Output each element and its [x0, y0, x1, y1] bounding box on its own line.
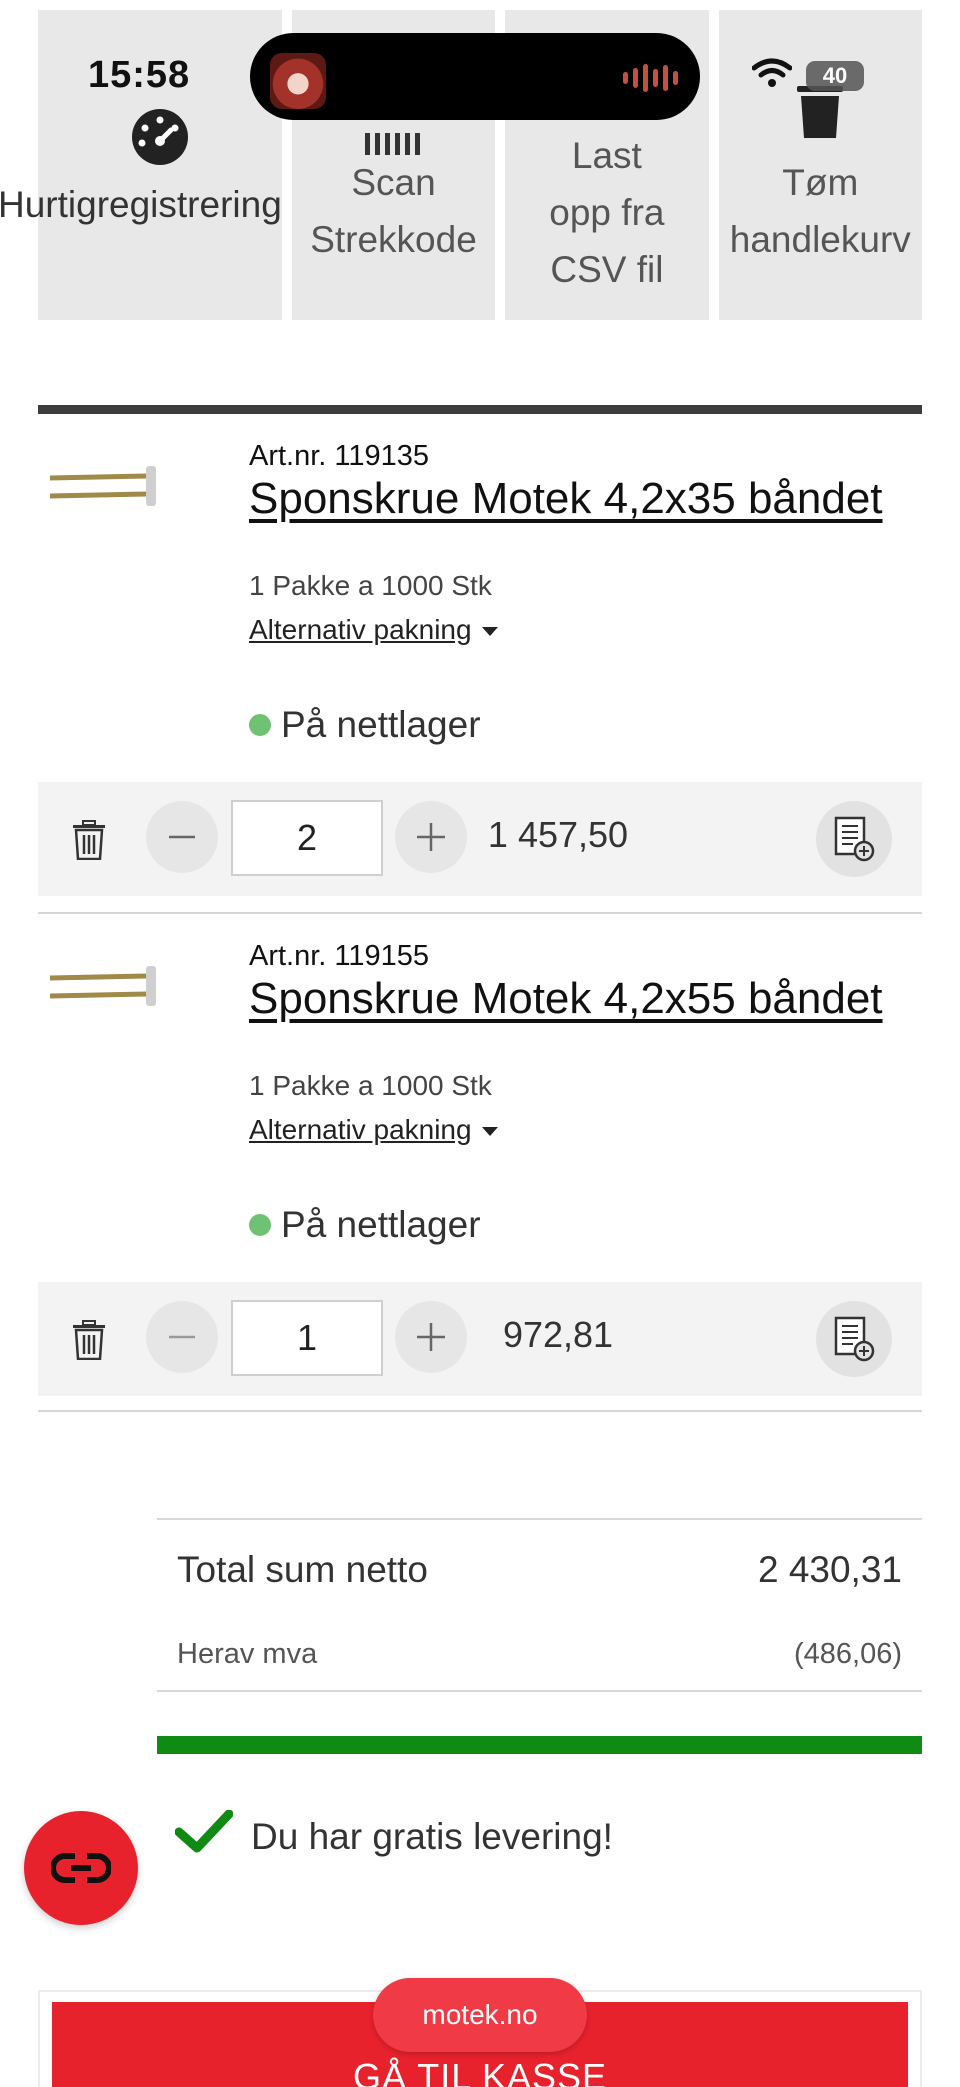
tile-label: Last opp fra CSV fil: [549, 135, 665, 290]
caret-down-icon: [481, 1127, 498, 1137]
article-number: Art.nr. 119155: [249, 940, 430, 972]
totals-divider: [157, 1690, 922, 1692]
minus-icon: [169, 1335, 195, 1339]
speedometer-icon: [131, 108, 189, 182]
package-info: 1 Pakke a 1000 Stk: [249, 1070, 492, 1101]
vat-label: Herav mva: [177, 1638, 318, 1670]
item-divider: [38, 1410, 922, 1412]
audio-wave-icon: [623, 63, 678, 93]
now-playing-thumbnail: [270, 53, 326, 109]
free-delivery-text: Du har gratis levering!: [251, 1815, 613, 1857]
alternative-packaging-label: Alternativ pakning: [249, 1114, 472, 1145]
quantity-input[interactable]: 2: [231, 800, 383, 876]
alternative-packaging-label: Alternativ pakning: [249, 614, 472, 645]
vat-value: (486,06): [793, 1638, 902, 1670]
product-title-link[interactable]: Sponskrue Motek 4,2x55 båndet: [249, 974, 883, 1024]
free-delivery-progress-bar: [157, 1736, 922, 1754]
empty-cart-tile[interactable]: Tøm handlekurv: [718, 10, 922, 320]
package-info: 1 Pakke a 1000 Stk: [249, 570, 492, 601]
tile-label: Scan Strekkode: [310, 162, 477, 260]
in-stock-dot-icon: [249, 714, 271, 736]
stock-label: På nettlager: [281, 1204, 481, 1245]
add-to-list-icon: [834, 816, 875, 862]
chat-button[interactable]: [24, 1811, 138, 1925]
battery-indicator: 40: [806, 60, 864, 91]
total-net-label: Total sum netto: [177, 1549, 428, 1590]
tile-label: Hurtigregistrering: [0, 184, 282, 225]
add-to-list-button[interactable]: [816, 801, 892, 877]
article-number: Art.nr. 119135: [249, 440, 430, 472]
add-to-list-icon: [834, 1316, 875, 1362]
chat-logo-icon: [51, 1853, 111, 1883]
status-time: 15:58: [88, 54, 191, 96]
decrease-quantity-button[interactable]: [146, 1301, 218, 1373]
alternative-packaging-dropdown[interactable]: Alternativ pakning: [249, 614, 498, 646]
totals-divider: [157, 1518, 922, 1520]
screw-product-image: [49, 966, 156, 1006]
minus-icon: [169, 835, 195, 839]
section-divider: [38, 405, 922, 414]
quantity-input[interactable]: 1: [231, 1300, 383, 1376]
tile-label: Tøm handlekurv: [729, 162, 911, 260]
trash-icon: [797, 82, 844, 156]
alternative-packaging-dropdown[interactable]: Alternativ pakning: [249, 1114, 498, 1146]
stock-status: På nettlager: [249, 704, 481, 746]
add-to-list-button[interactable]: [816, 1301, 892, 1377]
stock-status: På nettlager: [249, 1204, 481, 1246]
product-title-link[interactable]: Sponskrue Motek 4,2x35 båndet: [249, 474, 883, 524]
decrease-quantity-button[interactable]: [146, 801, 218, 873]
total-net-value: 2 430,31: [757, 1549, 902, 1590]
cart-item: Art.nr. 119155 Sponskrue Motek 4,2x55 bå…: [38, 914, 922, 1396]
quantity-controls: 2 1 457,50: [38, 782, 922, 896]
item-price: 972,81: [502, 1314, 614, 1355]
quantity-controls: 1 972,81: [38, 1282, 922, 1396]
in-stock-dot-icon: [249, 1214, 271, 1236]
status-indicators: 40: [751, 58, 864, 93]
free-delivery-message: Du har gratis levering!: [174, 1809, 613, 1863]
checkmark-icon: [174, 1809, 234, 1863]
stock-label: På nettlager: [281, 704, 481, 745]
browser-url-pill[interactable]: motek.no: [373, 1978, 587, 2052]
item-price: 1 457,50: [487, 814, 629, 855]
caret-down-icon: [481, 627, 498, 637]
wifi-icon: [751, 58, 793, 93]
barcode-icon: [363, 114, 423, 171]
progress-fill: [157, 1736, 922, 1754]
delete-item-icon[interactable]: [72, 820, 106, 865]
screw-product-image: [49, 466, 156, 506]
dynamic-island: [250, 33, 700, 120]
delete-item-icon[interactable]: [72, 1320, 106, 1365]
cart-item: Art.nr. 119135 Sponskrue Motek 4,2x35 bå…: [38, 414, 922, 896]
